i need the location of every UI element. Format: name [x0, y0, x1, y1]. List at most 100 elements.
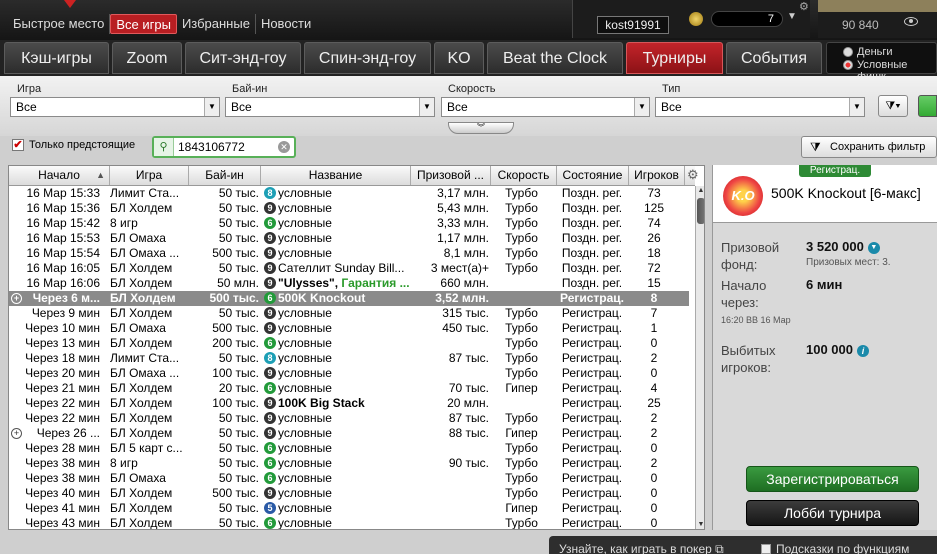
cell-prize: 5,43 млн.	[437, 201, 489, 215]
tab-beat-the-clock[interactable]: Beat the Clock	[487, 42, 623, 74]
cell-prize: 660 млн.	[440, 276, 489, 290]
cell-speed: Турбо	[505, 246, 538, 260]
table-row[interactable]: 16 Мар 16:05 БЛ Холдем 50 тыс. 9 Сателлит Su…	[9, 261, 689, 276]
feature-tips-toggle[interactable]: Подсказки по функциям	[761, 542, 909, 554]
filter-type-select[interactable]: Все ▼	[655, 97, 865, 117]
tournament-name: условные	[278, 456, 332, 470]
col-players[interactable]: Игроков	[629, 166, 685, 185]
nav-news[interactable]: Новости	[256, 14, 316, 34]
table-row[interactable]: Через 22 мин БЛ Холдем 50 тыс. 9 условные 87 …	[9, 411, 689, 426]
table-row[interactable]: 16 Мар 15:42 8 игр 50 тыс. 6 условные 3,33 мл…	[9, 216, 689, 231]
apply-filter-button[interactable]	[918, 95, 937, 117]
col-game[interactable]: Игра	[110, 166, 189, 185]
cell-name: 9 100K Big Stack	[264, 396, 412, 411]
search-input[interactable]: 1843106772	[178, 140, 245, 154]
cashier-button[interactable]	[818, 0, 937, 12]
col-name[interactable]: Название	[261, 166, 411, 185]
cell-buyin: 50 тыс.	[218, 516, 259, 530]
eye-icon[interactable]	[904, 17, 918, 26]
cell-state: Поздн. рег.	[561, 186, 623, 200]
scroll-thumb[interactable]	[697, 198, 704, 224]
table-row[interactable]: Через 9 мин БЛ Холдем 50 тыс. 9 условные 315 …	[9, 306, 689, 321]
username[interactable]: kost91991	[597, 16, 669, 34]
save-filter-button[interactable]: ⧩ Сохранить фильтр	[801, 136, 937, 158]
chevron-down-icon: ▼	[204, 98, 219, 116]
table-row[interactable]: Через 28 мин БЛ 5 карт с... 50 тыс. 6 условн…	[9, 441, 689, 456]
table-row[interactable]: Через 22 мин БЛ Холдем 100 тыс. 9 100K Big S…	[9, 396, 689, 411]
col-start[interactable]: Начало ▲	[9, 166, 110, 185]
table-size-badge: 9	[264, 321, 276, 334]
table-row[interactable]: Через 13 мин БЛ Холдем 200 тыс. 6 условные Ту…	[9, 336, 689, 351]
search-box[interactable]: ⚲ 1843106772 ✕	[152, 136, 296, 158]
filter-speed-select[interactable]: Все ▼	[441, 97, 650, 117]
col-prize[interactable]: Призовой ...	[411, 166, 491, 185]
table-row[interactable]: 16 Мар 15:54 БЛ Омаха ... 500 тыс. 9 условны…	[9, 246, 689, 261]
table-row[interactable]: Через 40 мин БЛ Холдем 500 тыс. 9 условные Ту…	[9, 486, 689, 501]
feature-tips-checkbox[interactable]	[761, 544, 771, 554]
tab-spin[interactable]: Спин-энд-гоу	[304, 42, 431, 74]
only-upcoming-toggle[interactable]: ✔ Только предстоящие	[12, 139, 135, 151]
panel-header: Регистрац. K.O 500K Knockout [6-макс]	[713, 165, 937, 223]
nav-quick-seat[interactable]: Быстрое место	[8, 14, 111, 34]
sort-up-icon: ▲	[96, 170, 105, 180]
radio-real-money[interactable]	[843, 47, 853, 57]
only-upcoming-checkbox[interactable]: ✔	[12, 139, 24, 151]
filter-buyin-select[interactable]: Все ▼	[225, 97, 435, 117]
col-buyin[interactable]: Бай-ин	[189, 166, 261, 185]
cell-prize: 87 тыс.	[448, 411, 489, 425]
tab-events[interactable]: События	[726, 42, 822, 74]
radio-play-money[interactable]	[843, 60, 853, 70]
scroll-up-icon[interactable]: ▲	[696, 186, 704, 196]
filter-icon[interactable]: ⧩▾	[878, 95, 908, 117]
nav-favorites[interactable]: Избранные	[177, 14, 256, 34]
info-icon[interactable]: i	[857, 344, 869, 357]
table-scrollbar[interactable]: ▲ ▼	[695, 186, 704, 529]
tab-cash[interactable]: Кэш-игры	[4, 42, 109, 74]
tab-sng[interactable]: Сит-энд-гоу	[185, 42, 301, 74]
expand-filters-button[interactable]: ︾	[448, 122, 514, 134]
nav-all-games[interactable]: Все игры	[110, 14, 177, 34]
table-size-badge: 6	[264, 336, 276, 349]
cell-players: 2	[650, 456, 658, 470]
table-row[interactable]: Через 20 мин БЛ Омаха ... 100 тыс. 9 условны…	[9, 366, 689, 381]
cell-prize	[412, 336, 489, 351]
cell-start: 16 Мар 16:05	[26, 261, 100, 275]
tab-zoom[interactable]: Zoom	[112, 42, 182, 74]
filter-game-select[interactable]: Все ▼	[10, 97, 220, 117]
table-row[interactable]: 16 Мар 15:53 БЛ Омаха 50 тыс. 9 условные 1,17…	[9, 231, 689, 246]
cell-state: Поздн. рег.	[561, 231, 623, 245]
table-row[interactable]: Через 21 мин БЛ Холдем 20 тыс. 6 условные 70 …	[9, 381, 689, 396]
cell-speed: Турбо	[505, 186, 538, 200]
cell-state: Регистрац.	[561, 486, 623, 500]
register-button[interactable]: Зарегистрироваться	[746, 466, 919, 492]
table-row[interactable]: 16 Мар 15:36 БЛ Холдем 50 тыс. 9 условные 5,4…	[9, 201, 689, 216]
table-row[interactable]: 16 Мар 16:06 БЛ Холдем 50 млн. 9 "Ulysses", …	[9, 276, 689, 291]
tournament-lobby-button[interactable]: Лобби турнира	[746, 500, 919, 526]
gear-icon[interactable]: ⚙	[687, 168, 701, 182]
cell-prize: 20 млн.	[447, 396, 489, 410]
table-row[interactable]: + Через 6 м... БЛ Холдем 500 тыс. 6 500K Knoc…	[9, 291, 689, 306]
cell-players: 0	[650, 486, 658, 500]
table-row[interactable]: Через 41 мин БЛ Холдем 50 тыс. 5 условные Гип…	[9, 501, 689, 516]
cell-players: 7	[650, 306, 658, 320]
col-speed[interactable]: Скорость	[491, 166, 557, 185]
table-row[interactable]: Через 18 мин Лимит Ста... 50 тыс. 8 условные…	[9, 351, 689, 366]
table-row[interactable]: Через 38 мин БЛ Омаха 50 тыс. 6 условные Турб…	[9, 471, 689, 486]
learn-poker-link[interactable]: Узнайте, как играть в покер ⧉	[559, 542, 724, 554]
clear-search-icon[interactable]: ✕	[278, 141, 290, 153]
tab-ko[interactable]: KO	[434, 42, 484, 74]
chevron-down-icon[interactable]: ▼	[787, 11, 797, 22]
settings-icon[interactable]: ⚙	[799, 0, 809, 13]
table-row[interactable]: Через 38 мин 8 игр 50 тыс. 6 условные 90 тыс.…	[9, 456, 689, 471]
table-row[interactable]: 16 Мар 15:33 Лимит Ста... 50 тыс. 8 условные…	[9, 186, 689, 201]
chevron-down-icon[interactable]: ▼	[867, 241, 880, 254]
scroll-down-icon[interactable]: ▼	[696, 520, 704, 529]
cell-game: БЛ Холдем	[110, 426, 173, 440]
table-row[interactable]: Через 10 мин БЛ Омаха 500 тыс. 9 условные 450…	[9, 321, 689, 336]
tab-tournaments[interactable]: Турниры	[626, 42, 723, 74]
cell-name: 6 условные	[264, 471, 412, 486]
col-state[interactable]: Состояние	[557, 166, 629, 185]
table-row[interactable]: Через 43 мин БЛ Холдем 50 тыс. 6 условные Тур…	[9, 516, 689, 530]
table-row[interactable]: + Через 26 ... БЛ Холдем 50 тыс. 9 условные 88…	[9, 426, 689, 441]
cell-buyin: 500 тыс.	[209, 291, 260, 305]
